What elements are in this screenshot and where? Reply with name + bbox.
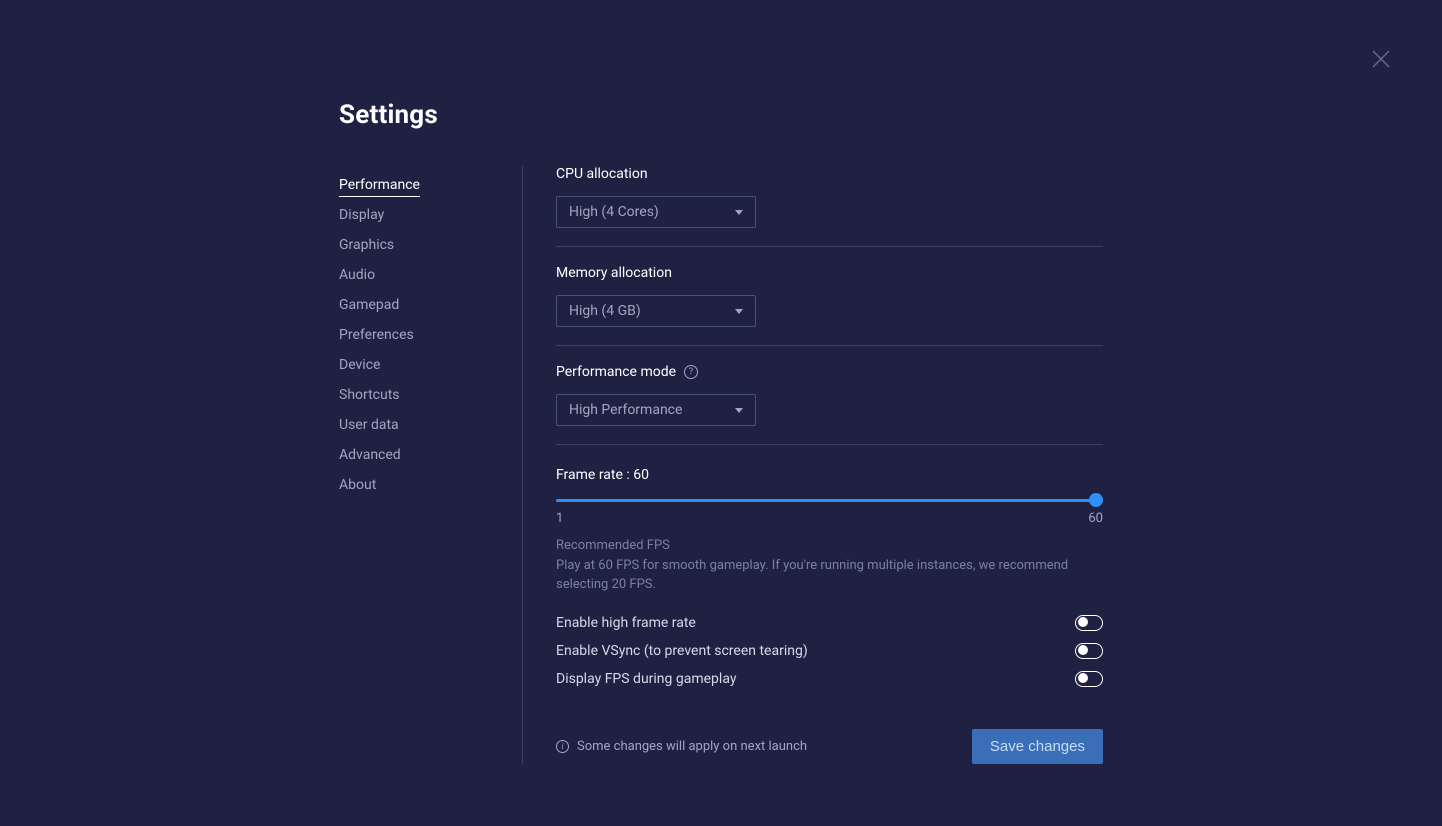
page-title: Settings — [339, 100, 1103, 130]
enable-vsync-label: Enable VSync (to prevent screen tearing) — [556, 643, 808, 659]
enable-high-frame-rate-label: Enable high frame rate — [556, 615, 696, 631]
sidebar-item-audio[interactable]: Audio — [339, 260, 522, 290]
footer-note-text: Some changes will apply on next launch — [577, 739, 807, 754]
settings-sidebar: Performance Display Graphics Audio Gamep… — [339, 166, 523, 764]
save-changes-button[interactable]: Save changes — [972, 729, 1103, 764]
recommended-fps-title: Recommended FPS — [556, 538, 1103, 553]
chevron-down-icon — [735, 408, 743, 413]
slider-thumb[interactable] — [1089, 493, 1103, 507]
cpu-allocation-value: High (4 Cores) — [569, 204, 659, 220]
frame-rate-max: 60 — [1088, 511, 1103, 526]
chevron-down-icon — [735, 309, 743, 314]
sidebar-item-display[interactable]: Display — [339, 200, 522, 230]
sidebar-item-user-data[interactable]: User data — [339, 410, 522, 440]
frame-rate-min: 1 — [556, 511, 563, 526]
recommended-fps-text: Play at 60 FPS for smooth gameplay. If y… — [556, 557, 1103, 595]
sidebar-item-about[interactable]: About — [339, 470, 522, 500]
frame-rate-label: Frame rate : 60 — [556, 467, 1103, 483]
memory-allocation-select[interactable]: High (4 GB) — [556, 295, 756, 327]
info-icon: i — [556, 740, 569, 753]
sidebar-item-device[interactable]: Device — [339, 350, 522, 380]
cpu-allocation-select[interactable]: High (4 Cores) — [556, 196, 756, 228]
performance-mode-value: High Performance — [569, 402, 682, 418]
performance-mode-label: Performance mode — [556, 364, 676, 380]
sidebar-item-gamepad[interactable]: Gamepad — [339, 290, 522, 320]
frame-rate-slider[interactable] — [556, 493, 1103, 507]
enable-vsync-toggle[interactable] — [1075, 643, 1103, 659]
sidebar-item-performance[interactable]: Performance — [339, 170, 522, 200]
close-icon[interactable] — [1372, 50, 1390, 68]
memory-allocation-label: Memory allocation — [556, 265, 1103, 281]
chevron-down-icon — [735, 210, 743, 215]
memory-allocation-value: High (4 GB) — [569, 303, 641, 319]
performance-mode-select[interactable]: High Performance — [556, 394, 756, 426]
help-icon[interactable]: ? — [684, 365, 698, 379]
sidebar-item-preferences[interactable]: Preferences — [339, 320, 522, 350]
sidebar-item-advanced[interactable]: Advanced — [339, 440, 522, 470]
sidebar-item-graphics[interactable]: Graphics — [339, 230, 522, 260]
display-fps-label: Display FPS during gameplay — [556, 671, 736, 687]
display-fps-toggle[interactable] — [1075, 671, 1103, 687]
cpu-allocation-label: CPU allocation — [556, 166, 1103, 182]
enable-high-frame-rate-toggle[interactable] — [1075, 615, 1103, 631]
sidebar-item-shortcuts[interactable]: Shortcuts — [339, 380, 522, 410]
